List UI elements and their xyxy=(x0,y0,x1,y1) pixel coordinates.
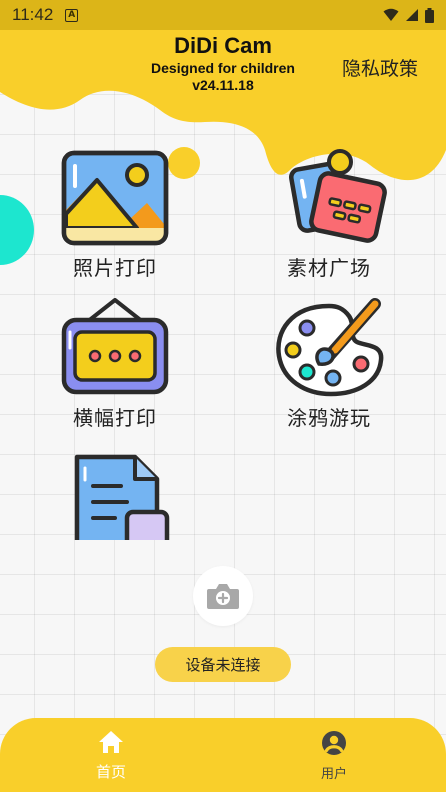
wifi-icon xyxy=(383,8,399,21)
user-icon xyxy=(322,731,346,755)
bottom-nav: 首页 用户 xyxy=(0,718,446,792)
signal-icon xyxy=(406,9,418,21)
feature-photo-print[interactable]: 照片打印 xyxy=(40,148,190,281)
feature-label: 涂鸦游玩 xyxy=(287,406,371,430)
feature-label: 照片打印 xyxy=(73,256,157,280)
home-icon xyxy=(99,731,123,753)
camera-add-icon xyxy=(207,584,239,609)
banner-icon xyxy=(61,298,169,395)
add-camera-button[interactable] xyxy=(193,566,253,626)
privacy-policy-link[interactable]: 隐私政策 xyxy=(342,54,418,81)
app-version: v24.11.18 xyxy=(192,77,254,93)
feature-label: 素材广场 xyxy=(287,256,371,280)
device-connection-status[interactable]: 设备未连接 xyxy=(155,647,291,682)
nav-user[interactable]: 用户 xyxy=(294,730,374,782)
battery-icon xyxy=(425,7,434,23)
status-indicators xyxy=(383,7,434,23)
app-subtitle: Designed for children xyxy=(151,60,295,76)
document-icon xyxy=(74,454,170,540)
status-bar: 11:42 A xyxy=(0,0,446,30)
app-header: DiDi Cam Designed for children v24.11.18 xyxy=(120,32,326,94)
feature-doodle-play[interactable]: 涂鸦游玩 xyxy=(254,298,404,431)
notification-icon: A xyxy=(65,8,79,22)
feature-material-square[interactable]: 素材广场 xyxy=(254,148,404,281)
nav-user-label: 用户 xyxy=(320,767,347,782)
feature-banner-print[interactable]: 横幅打印 xyxy=(40,298,190,431)
photo-icon xyxy=(61,150,169,246)
app-title: DiDi Cam xyxy=(174,33,272,58)
feature-label: 横幅打印 xyxy=(73,406,157,430)
feature-document[interactable] xyxy=(40,452,190,540)
nav-home-label: 首页 xyxy=(95,763,126,781)
status-time: 11:42 xyxy=(12,5,54,24)
decorative-teal-shape xyxy=(0,195,34,265)
nav-home[interactable]: 首页 xyxy=(71,730,151,782)
material-icon xyxy=(289,149,387,243)
palette-icon xyxy=(276,298,384,397)
